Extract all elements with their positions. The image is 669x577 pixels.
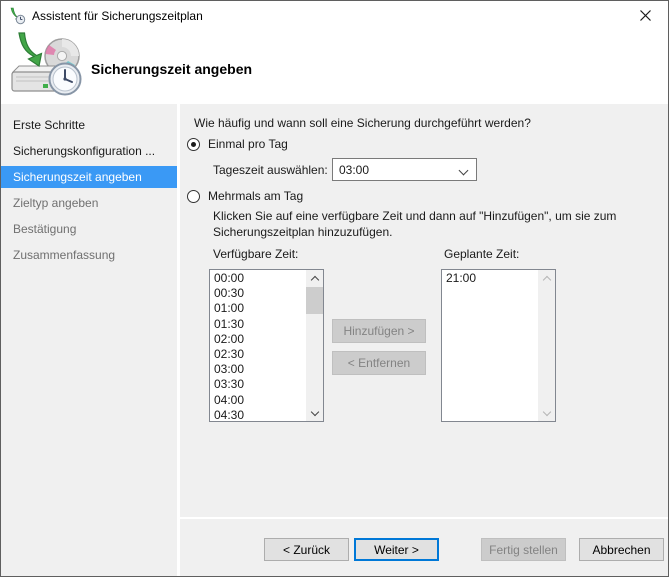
radio-option-once-daily[interactable]: Einmal pro Tag: [187, 137, 288, 151]
next-button[interactable]: Weiter >: [354, 538, 439, 561]
list-item[interactable]: 04:30: [210, 408, 306, 420]
window-title: Assistent für Sicherungszeitplan: [32, 9, 203, 23]
sidebar-item-sicherungszeit-angeben: Sicherungszeit angeben: [1, 166, 177, 188]
title-bar[interactable]: Assistent für Sicherungszeitplan: [1, 1, 668, 31]
list-item[interactable]: 21:00: [442, 271, 538, 286]
scheduled-times-listbox[interactable]: 21:00: [441, 269, 556, 422]
close-icon: [640, 10, 651, 21]
cancel-button[interactable]: Abbrechen: [579, 538, 664, 561]
list-item[interactable]: 00:00: [210, 271, 306, 286]
scheduled-times-list: 21:00: [442, 271, 538, 420]
question-text: Wie häufig und wann soll eine Sicherung …: [194, 116, 531, 130]
radio-icon[interactable]: [187, 137, 200, 151]
finish-button: Fertig stellen: [481, 538, 566, 561]
radio-icon[interactable]: [187, 189, 200, 203]
instruction-line-1: Klicken Sie auf eine verfügbare Zeit und…: [213, 209, 617, 223]
backup-schedule-icon: [11, 32, 82, 96]
list-item[interactable]: 01:00: [210, 301, 306, 316]
list-item[interactable]: 03:00: [210, 362, 306, 377]
content-pane: Wie häufig und wann soll eine Sicherung …: [180, 104, 668, 576]
scheduled-times-scrollbar: [538, 270, 555, 421]
available-times-label: Verfügbare Zeit:: [213, 247, 299, 261]
sidebar-item-zieltyp-angeben: Zieltyp angeben: [13, 196, 99, 210]
sidebar: Erste Schritte Sicherungskonfiguration .…: [1, 104, 177, 576]
wizard-window: Assistent für Sicherungszeitplan Sicheru…: [0, 0, 669, 577]
list-item[interactable]: 04:00: [210, 393, 306, 408]
sidebar-item-zusammenfassung: Zusammenfassung: [13, 248, 116, 262]
sidebar-item-bestaetigung: Bestätigung: [13, 222, 77, 236]
list-item[interactable]: 00:30: [210, 286, 306, 301]
backup-schedule-small-icon: [10, 7, 26, 25]
instruction-text: Klicken Sie auf eine verfügbare Zeit und…: [213, 208, 616, 240]
available-times-list: 00:00 00:30 01:00 01:30 02:00 02:30 03:00 03:30…: [210, 271, 306, 420]
available-times-listbox[interactable]: 00:00 00:30 01:00 01:30 02:00 02:30 03:00 03:30…: [209, 269, 324, 422]
radio-once-label: Einmal pro Tag: [208, 137, 288, 151]
footer-separator: [180, 517, 668, 519]
page-title: Sicherungszeit angeben: [91, 61, 253, 77]
available-times-scrollbar[interactable]: [306, 270, 323, 421]
scroll-down-icon[interactable]: [306, 405, 323, 421]
scheduled-times-label: Geplante Zeit:: [444, 247, 520, 261]
remove-button: < Entfernen: [332, 351, 426, 375]
time-select-label: Tageszeit auswählen:: [213, 163, 328, 177]
scroll-up-icon[interactable]: [306, 270, 323, 286]
sidebar-item-erste-schritte: Erste Schritte: [13, 118, 86, 132]
time-select-value: 03:00: [339, 162, 370, 177]
scroll-down-icon: [538, 405, 555, 421]
radio-option-multiple-daily[interactable]: Mehrmals am Tag: [187, 189, 303, 203]
wizard-header: Sicherungszeit angeben: [1, 31, 668, 104]
list-item[interactable]: 02:00: [210, 332, 306, 347]
list-item[interactable]: 01:30: [210, 317, 306, 332]
close-button[interactable]: [623, 1, 668, 30]
chevron-down-icon: [458, 165, 469, 176]
scrollbar-thumb[interactable]: [306, 287, 323, 314]
list-item[interactable]: 02:30: [210, 347, 306, 362]
sidebar-item-sicherungskonfiguration: Sicherungskonfiguration ...: [13, 144, 156, 158]
scroll-up-icon: [538, 270, 555, 286]
add-button: Hinzufügen >: [332, 319, 426, 343]
back-button[interactable]: < Zurück: [264, 538, 349, 561]
radio-multiple-label: Mehrmals am Tag: [208, 189, 304, 203]
instruction-line-2: Sicherungszeitplan hinzuzufügen.: [213, 225, 393, 239]
time-of-day-select[interactable]: 03:00: [332, 158, 477, 181]
list-item[interactable]: 03:30: [210, 377, 306, 392]
